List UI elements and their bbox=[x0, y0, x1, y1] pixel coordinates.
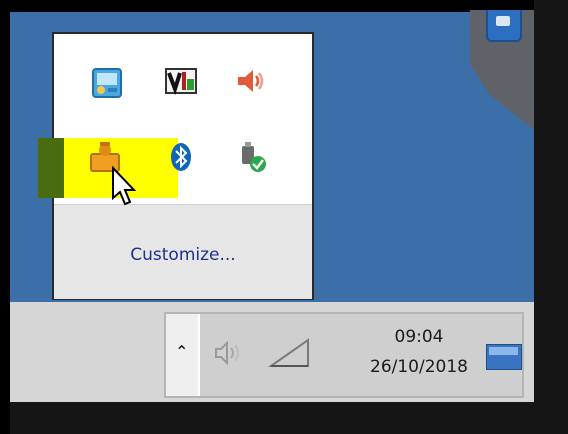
desktop-app-icon[interactable] bbox=[486, 10, 522, 42]
screen-border-bottom bbox=[10, 402, 534, 434]
vmware-icon[interactable] bbox=[164, 64, 198, 98]
speaker-icon[interactable] bbox=[234, 64, 268, 98]
network-monitor-icon[interactable] bbox=[90, 66, 124, 100]
bluetooth-icon[interactable] bbox=[164, 140, 198, 174]
screen-border-left bbox=[0, 0, 10, 434]
usb-device-icon[interactable] bbox=[236, 140, 270, 174]
system-clock[interactable]: 09:04 26/10/2018 bbox=[352, 322, 486, 382]
customize-link[interactable]: Customize... bbox=[54, 245, 312, 265]
clock-date: 26/10/2018 bbox=[370, 357, 468, 377]
clock-time: 09:04 bbox=[394, 327, 444, 347]
customize-area: Customize... bbox=[54, 204, 312, 299]
mouse-cursor-icon bbox=[112, 166, 137, 206]
show-desktop-icon[interactable] bbox=[486, 344, 522, 370]
selection-highlight-shadow bbox=[38, 138, 64, 198]
network-signal-icon[interactable] bbox=[268, 336, 312, 370]
show-hidden-icons-button[interactable]: ⌃ bbox=[166, 314, 200, 396]
screen-border-right bbox=[534, 0, 568, 434]
volume-icon[interactable] bbox=[212, 338, 246, 368]
chevron-up-icon: ⌃ bbox=[175, 342, 189, 361]
